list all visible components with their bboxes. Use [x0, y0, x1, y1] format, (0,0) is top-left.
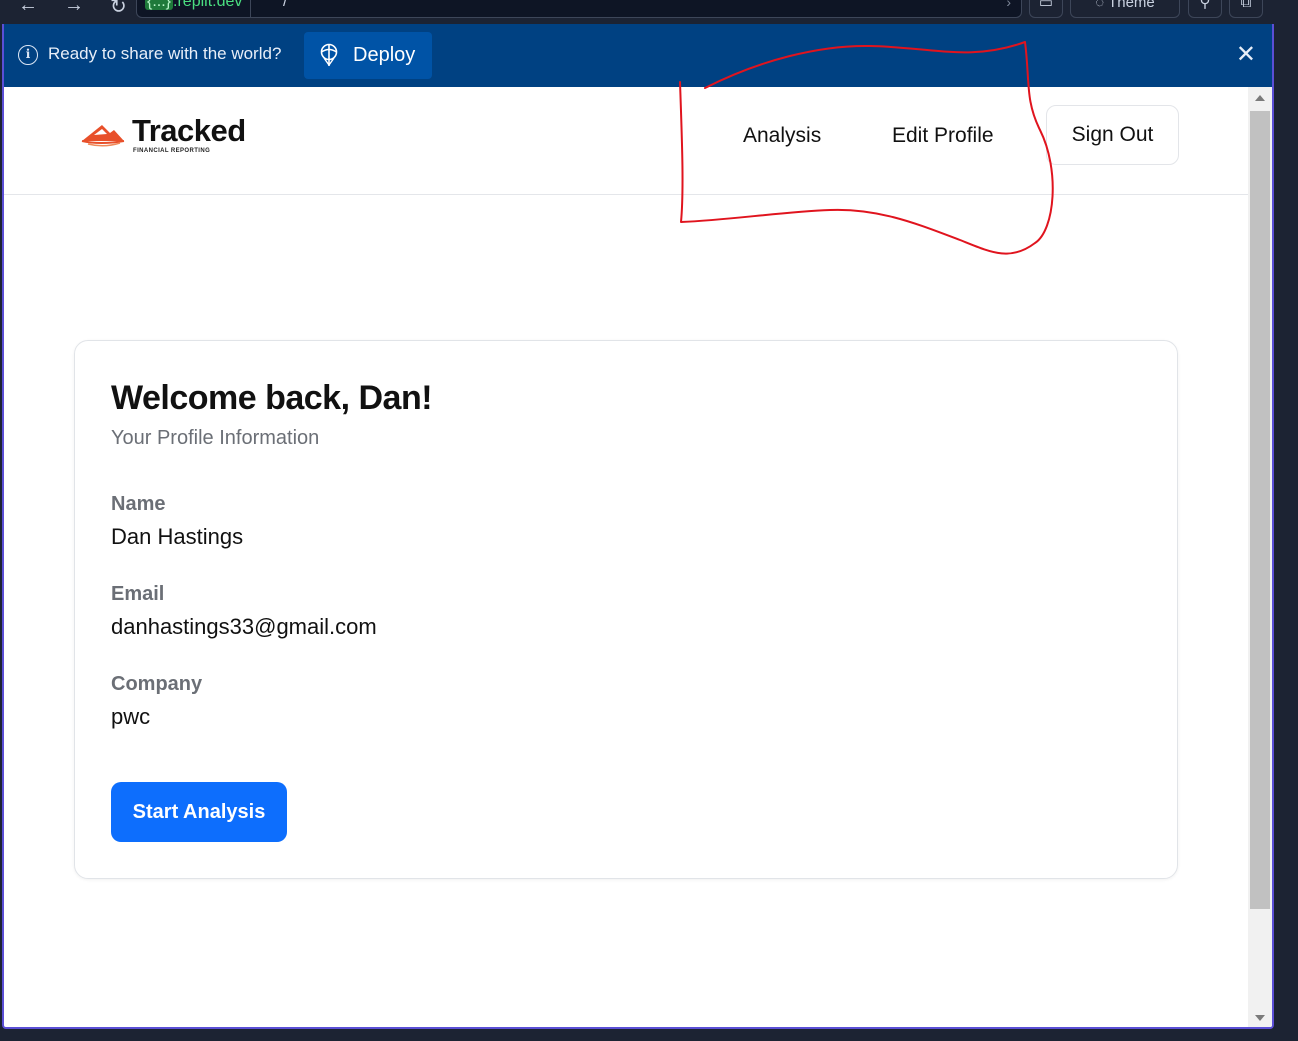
chevron-right-icon: › — [1006, 0, 1011, 10]
forward-arrow-icon[interactable]: → — [64, 0, 84, 19]
scroll-down-arrow-icon[interactable] — [1255, 1015, 1265, 1021]
nav-analysis[interactable]: Analysis — [743, 124, 821, 148]
brand-title: Tracked — [132, 113, 246, 148]
monitor-icon: ▭ — [1038, 0, 1054, 11]
brand-subtitle: FINANCIAL REPORTING — [133, 148, 211, 154]
url-path: / — [283, 0, 288, 10]
name-value: Dan Hastings — [111, 524, 244, 549]
banner-message: Ready to share with the world? — [48, 44, 282, 63]
brand-logo[interactable]: Tracked FINANCIAL REPORTING — [80, 113, 250, 159]
url-host: {...} .replit.dev — [137, 0, 252, 17]
scrollbar-thumb[interactable] — [1250, 111, 1270, 909]
palette-icon: ◌ — [1095, 0, 1105, 11]
url-host-text: .replit.dev — [173, 0, 243, 10]
wrench-icon: ⚲ — [1199, 0, 1211, 11]
open-new-tab-button[interactable]: ⧉ — [1229, 0, 1263, 18]
welcome-heading: Welcome back, Dan! — [111, 379, 433, 417]
url-host-badge: {...} — [145, 0, 174, 10]
theme-label: Theme — [1108, 0, 1155, 11]
company-value: pwc — [111, 704, 151, 729]
url-bar[interactable]: {...} .replit.dev / › — [136, 0, 1022, 18]
deploy-banner: i Ready to share with the world? Deploy … — [4, 24, 1272, 87]
deploy-icon — [320, 43, 338, 67]
deploy-label: Deploy — [353, 44, 416, 66]
profile-card: Welcome back, Dan! Your Profile Informat… — [74, 340, 1178, 879]
deploy-button[interactable]: Deploy — [304, 32, 432, 79]
close-icon[interactable]: ✕ — [1236, 40, 1256, 70]
nav-edit-profile[interactable]: Edit Profile — [892, 124, 994, 148]
reload-icon[interactable]: ↻ — [110, 0, 127, 19]
devices-button[interactable]: ▭ — [1029, 0, 1063, 18]
preview-frame: i Ready to share with the world? Deploy … — [2, 24, 1274, 1029]
header-divider — [4, 194, 1248, 195]
start-analysis-button[interactable]: Start Analysis — [111, 782, 287, 842]
profile-subtitle: Your Profile Information — [111, 427, 320, 449]
browser-toolbar: ← → ↻ {...} .replit.dev / › ▭ ◌ Theme ⚲ ⧉ — [0, 0, 1298, 24]
devtools-button[interactable]: ⚲ — [1188, 0, 1222, 18]
browser-nav: ← → ↻ — [18, 0, 127, 19]
app-header: Tracked FINANCIAL REPORTING Analysis Edi… — [4, 87, 1248, 195]
company-label: Company — [111, 673, 203, 695]
email-label: Email — [111, 583, 165, 605]
mountain-logo-icon — [81, 125, 125, 147]
scrollbar[interactable] — [1248, 87, 1272, 1027]
sign-out-button[interactable]: Sign Out — [1046, 105, 1179, 165]
theme-button[interactable]: ◌ Theme — [1070, 0, 1180, 18]
name-label: Name — [111, 493, 166, 515]
external-link-icon: ⧉ — [1240, 0, 1252, 11]
scroll-up-arrow-icon[interactable] — [1255, 95, 1265, 101]
email-value: danhastings33@gmail.com — [111, 614, 377, 639]
back-arrow-icon[interactable]: ← — [18, 0, 38, 19]
info-icon: i — [18, 45, 38, 65]
